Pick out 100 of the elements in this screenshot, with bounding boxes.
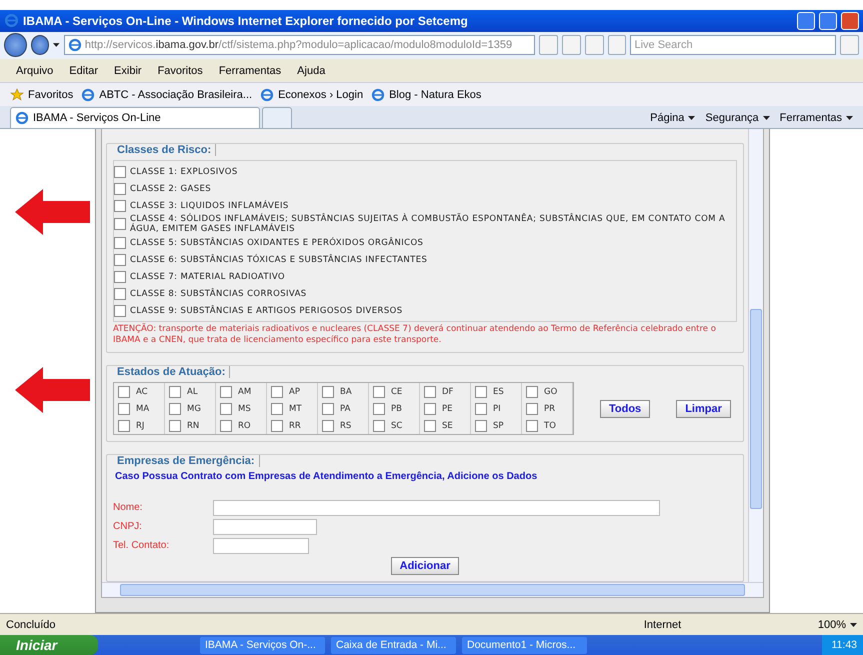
form-button[interactable]: Limpar <box>676 400 731 418</box>
close-button[interactable] <box>841 12 859 30</box>
checkbox-label: TO <box>544 420 556 431</box>
minimize-button[interactable] <box>797 12 815 30</box>
menu-item[interactable]: Favoritos <box>150 64 211 77</box>
checkbox[interactable] <box>114 182 126 195</box>
start-button[interactable]: Iniciar <box>0 635 98 655</box>
checkbox[interactable] <box>220 420 232 432</box>
checkbox[interactable] <box>220 386 232 398</box>
checkbox[interactable] <box>373 386 385 398</box>
caret-icon[interactable] <box>762 116 770 120</box>
input-field[interactable] <box>213 500 660 516</box>
menu-item[interactable]: Ajuda <box>289 64 334 77</box>
address-field[interactable]: http://servicos.ibama.gov.br/ctf/sistema.php?modulo=aplicacao/modulo8moduloId=1359 <box>64 35 536 56</box>
checkbox[interactable] <box>114 304 126 317</box>
checkbox[interactable] <box>322 402 334 415</box>
checkbox[interactable] <box>169 386 181 398</box>
checkbox[interactable] <box>169 420 181 432</box>
horizontal-scrollbar[interactable] <box>102 582 763 598</box>
input-field[interactable] <box>213 518 317 535</box>
form-button[interactable]: Todos <box>600 400 650 418</box>
favorite-link[interactable]: Blog - Natura Ekos <box>371 88 482 102</box>
checkbox[interactable] <box>220 402 232 415</box>
checkbox[interactable] <box>118 402 130 415</box>
search-placeholder: Live Search <box>634 39 693 52</box>
caret-icon[interactable] <box>846 116 853 120</box>
checkbox-label: RJ <box>136 420 144 431</box>
menu-item[interactable]: Ferramentas <box>210 64 290 77</box>
menu-item[interactable]: Arquivo <box>8 64 62 77</box>
input-field[interactable] <box>213 538 309 554</box>
caret-icon[interactable] <box>850 622 857 627</box>
checkbox-label: SE <box>442 420 453 431</box>
zoom-button[interactable]: 100% <box>818 618 857 631</box>
checkbox[interactable] <box>322 386 334 398</box>
checkbox[interactable] <box>118 386 130 398</box>
browser-icon <box>371 88 386 102</box>
status-text: Concluído <box>6 618 57 631</box>
checkbox[interactable] <box>169 402 181 415</box>
checkbox[interactable] <box>424 386 436 398</box>
command-menu[interactable]: Página <box>650 112 696 124</box>
caret-icon[interactable] <box>53 43 60 48</box>
checkbox-label: RN <box>187 420 200 431</box>
checkbox-label: AC <box>136 386 148 397</box>
checkbox-label: SP <box>493 420 504 431</box>
checkbox[interactable] <box>373 402 385 415</box>
taskbar-button[interactable]: IBAMA - Serviços On-... <box>200 636 325 654</box>
caret-icon[interactable] <box>688 116 696 120</box>
taskbar-button[interactable]: Caixa de Entrada - Mi... <box>331 636 456 654</box>
star-icon[interactable] <box>10 88 24 102</box>
checkbox[interactable] <box>118 420 130 432</box>
checkbox[interactable] <box>424 420 436 432</box>
taskbar-button[interactable]: Documento1 - Micros... <box>462 636 587 654</box>
checkbox[interactable] <box>526 402 538 415</box>
checkbox[interactable] <box>114 288 126 300</box>
checkbox[interactable] <box>322 420 334 432</box>
browser-icon <box>81 88 96 102</box>
favorites-button[interactable]: Favoritos <box>10 88 74 102</box>
checkbox-label: RO <box>238 420 251 431</box>
checkbox[interactable] <box>271 402 283 415</box>
checkbox[interactable] <box>475 386 487 398</box>
checkbox[interactable] <box>475 420 487 432</box>
checkbox[interactable] <box>526 420 538 432</box>
browser-tab[interactable]: IBAMA - Serviços On-Line <box>10 107 260 128</box>
search-button[interactable] <box>840 35 859 56</box>
checkbox-label: CLASSE 1: EXPLOSIVOS <box>130 166 238 177</box>
window-title: IBAMA - Serviços On-Line - Windows Internet Explorer fornecido por Setcemg <box>23 14 469 28</box>
checkbox[interactable] <box>114 236 126 249</box>
checkbox[interactable] <box>424 402 436 415</box>
checkbox[interactable] <box>373 420 385 432</box>
checkbox-label: CLASSE 6: SUBSTÂNCIAS TÓXICAS E SUBSTÂNCIAS INFECTANTES <box>130 254 428 265</box>
add-button[interactable]: Adicionar <box>390 557 460 576</box>
checkbox-label: DF <box>442 386 454 397</box>
new-tab-button[interactable] <box>262 107 292 128</box>
favorite-link[interactable]: ABTC - Associação Brasileira... <box>81 88 252 102</box>
checkbox[interactable] <box>271 386 283 398</box>
checkbox[interactable] <box>271 420 283 432</box>
menu-item[interactable]: Exibir <box>106 64 150 77</box>
checkbox-label: RR <box>289 420 301 431</box>
checkbox[interactable] <box>526 386 538 398</box>
checkbox-label: AM <box>238 386 252 397</box>
back-button[interactable] <box>4 33 27 58</box>
forward-button[interactable] <box>30 35 50 56</box>
menu-item[interactable]: Editar <box>61 64 106 77</box>
dropdown-button[interactable] <box>539 35 558 56</box>
favorite-link[interactable]: Econexos › Login <box>260 88 364 102</box>
vertical-scrollbar[interactable] <box>748 129 763 582</box>
checkbox-label: CE <box>391 386 402 397</box>
checkbox[interactable] <box>114 166 126 178</box>
checkbox[interactable] <box>475 402 487 415</box>
field-label: Nome: <box>113 502 144 514</box>
checkbox[interactable] <box>114 270 126 283</box>
checkbox[interactable] <box>114 200 126 212</box>
checkbox-label: AP <box>289 386 300 397</box>
command-menu[interactable]: Segurança <box>705 112 770 124</box>
checkbox[interactable] <box>114 218 126 230</box>
checkbox-label: CLASSE 3: LIQUIDOS INFLAMÁVEIS <box>130 200 289 211</box>
command-menu[interactable]: Ferramentas <box>780 112 853 124</box>
checkbox-label: BA <box>340 386 352 397</box>
checkbox[interactable] <box>114 254 126 266</box>
maximize-button[interactable] <box>819 12 837 30</box>
